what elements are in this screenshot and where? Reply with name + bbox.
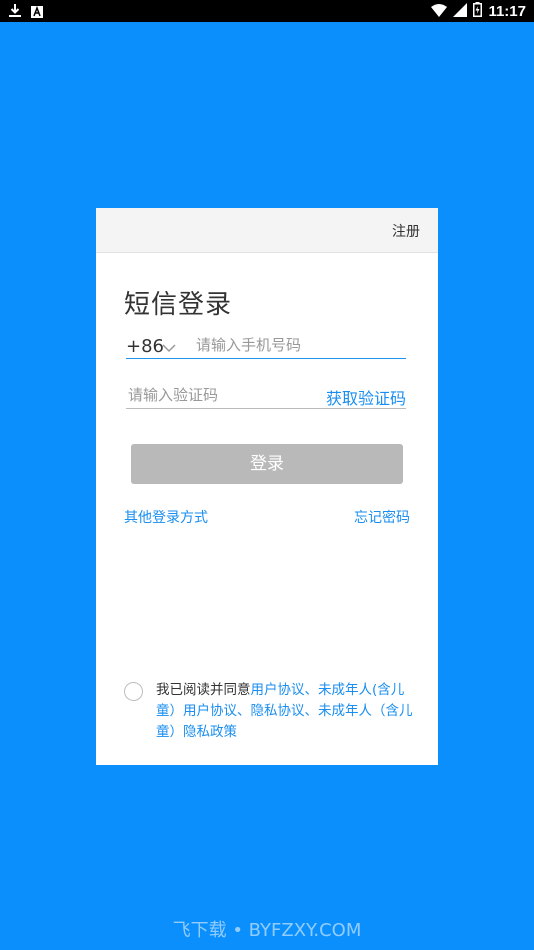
forgot-password-link[interactable]: 忘记密码 bbox=[354, 507, 410, 527]
agreement-prefix: 我已阅读并同意 bbox=[156, 682, 251, 698]
battery-icon bbox=[473, 2, 483, 21]
page-title: 短信登录 bbox=[124, 290, 233, 320]
chevron-down-icon[interactable] bbox=[162, 338, 176, 357]
phone-field-row: +86 bbox=[126, 334, 406, 359]
signal-icon bbox=[453, 2, 468, 21]
country-code-selector[interactable]: +86 bbox=[126, 336, 164, 357]
code-field-row: 获取验证码 bbox=[126, 384, 406, 409]
wifi-icon bbox=[431, 2, 448, 21]
agreement-checkbox[interactable] bbox=[124, 682, 143, 701]
register-link[interactable]: 注册 bbox=[392, 221, 420, 241]
get-code-button[interactable]: 获取验证码 bbox=[326, 385, 406, 409]
card-header: 注册 bbox=[96, 208, 438, 253]
status-time: 11:17 bbox=[488, 3, 526, 20]
login-card: 注册 短信登录 +86 获取验证码 登录 其他登录方式 忘记密码 我已阅读并同意… bbox=[96, 208, 438, 765]
phone-input[interactable] bbox=[196, 334, 401, 356]
agreement-text: 我已阅读并同意用户协议、未成年人(含儿童）用户协议、隐私协议、未成年人（含儿童）… bbox=[156, 680, 414, 743]
other-login-methods-link[interactable]: 其他登录方式 bbox=[124, 507, 208, 527]
download-icon bbox=[9, 3, 21, 22]
login-button[interactable]: 登录 bbox=[131, 444, 403, 484]
a-notification-icon bbox=[31, 3, 43, 22]
status-bar: 11:17 bbox=[0, 0, 534, 22]
verification-code-input[interactable] bbox=[128, 384, 308, 406]
watermark: 飞下载 • BYFZXY.COM bbox=[172, 920, 362, 941]
